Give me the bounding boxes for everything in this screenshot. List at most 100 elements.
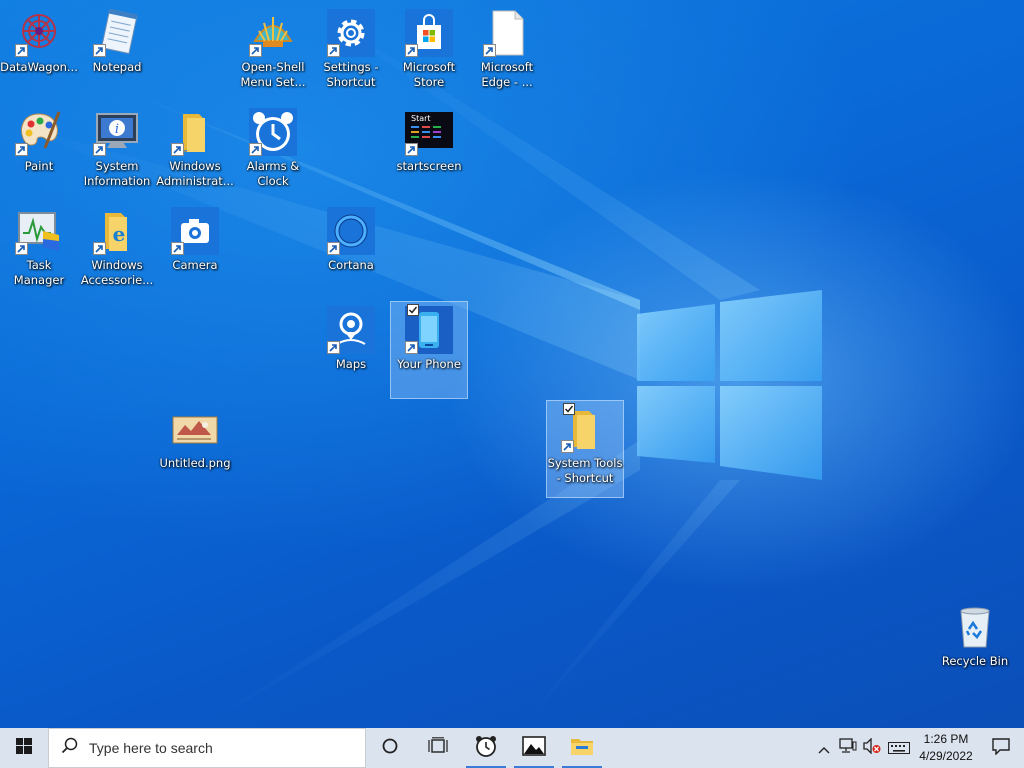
shortcut-arrow-icon <box>483 44 496 57</box>
taskbar: Type here to search 1:26 PM 4/29/2022 <box>0 728 1024 768</box>
taskbar-clock[interactable]: 1:26 PM 4/29/2022 <box>914 731 978 765</box>
taskbar-alarms-clock[interactable] <box>462 728 510 768</box>
volume-button[interactable] <box>860 728 884 768</box>
desktop-icon-system-information[interactable]: i System Information <box>78 103 156 201</box>
search-icon <box>61 737 79 759</box>
startscreen-icon: Start <box>405 108 453 156</box>
photos-icon <box>522 736 546 760</box>
shortcut-arrow-icon <box>561 440 574 453</box>
gear-icon <box>327 9 375 57</box>
desktop-icon-windows-admin-tools[interactable]: Windows Administrat... <box>156 103 234 201</box>
icon-label: Camera <box>172 258 218 272</box>
phone-icon <box>405 304 453 354</box>
taskbar-photos[interactable] <box>510 728 558 768</box>
shortcut-arrow-icon <box>327 44 340 57</box>
shortcut-arrow-icon <box>171 242 184 255</box>
shortcut-arrow-icon <box>93 143 106 156</box>
selection-checkbox[interactable] <box>563 403 575 415</box>
shortcut-arrow-icon <box>327 242 340 255</box>
startscreen-caption: Start <box>411 114 431 123</box>
cortana-circle-icon <box>381 737 399 759</box>
desktop: DataWagon... Notepad Open-Shell Menu Set… <box>0 0 1024 728</box>
desktop-icon-system-tools[interactable]: System Tools - Shortcut <box>546 400 624 498</box>
network-icon <box>839 738 857 758</box>
search-placeholder: Type here to search <box>89 740 213 756</box>
touch-keyboard-button[interactable] <box>884 728 914 768</box>
action-center-button[interactable] <box>978 728 1024 768</box>
taskbar-file-explorer[interactable] <box>558 728 606 768</box>
task-manager-icon <box>15 207 63 255</box>
cortana-ring-icon <box>327 207 375 255</box>
desktop-icon-paint[interactable]: Paint <box>0 103 78 201</box>
desktop-icon-windows-accessories[interactable]: e Windows Accessorie... <box>78 202 156 300</box>
desktop-icon-untitled-png[interactable]: Untitled.png <box>156 400 234 498</box>
desktop-icon-edge[interactable]: Microsoft Edge - ... <box>468 4 546 102</box>
network-button[interactable] <box>836 728 860 768</box>
desktop-icon-camera[interactable]: Camera <box>156 202 234 300</box>
folder-icon <box>171 108 219 156</box>
blank-file-icon <box>483 9 531 57</box>
icon-label: System Information <box>83 159 151 188</box>
desktop-icon-datawagon[interactable]: DataWagon... <box>0 4 78 102</box>
cortana-button[interactable] <box>366 728 414 768</box>
icon-label: Microsoft Store <box>402 60 456 89</box>
desktop-icon-startscreen[interactable]: Start startscreen <box>390 103 468 201</box>
icon-label: Untitled.png <box>159 456 231 470</box>
start-button[interactable] <box>0 728 48 768</box>
store-bag-icon <box>405 9 453 57</box>
shortcut-arrow-icon <box>171 143 184 156</box>
desktop-icon-notepad[interactable]: Notepad <box>78 4 156 102</box>
shortcut-arrow-icon <box>15 143 28 156</box>
notepad-icon <box>93 9 141 57</box>
desktop-icon-alarms-clock[interactable]: Alarms & Clock <box>234 103 312 201</box>
icon-label: Alarms & Clock <box>246 159 300 188</box>
shortcut-arrow-icon <box>249 44 262 57</box>
show-hidden-icons-button[interactable] <box>812 728 836 768</box>
task-view-icon <box>428 737 448 759</box>
desktop-icon-maps[interactable]: Maps <box>312 301 390 399</box>
folder-icon <box>561 403 609 453</box>
windows-logo-icon <box>16 738 32 758</box>
desktop-icon-settings[interactable]: Settings - Shortcut <box>312 4 390 102</box>
monitor-info-icon: i <box>93 108 141 156</box>
desktop-icon-recycle-bin[interactable]: Recycle Bin <box>936 598 1014 696</box>
svg-text:i: i <box>115 122 119 137</box>
icon-label: Notepad <box>92 60 142 74</box>
icon-label: Windows Administrat... <box>156 159 234 188</box>
icon-label: Microsoft Edge - ... <box>480 60 534 89</box>
image-thumbnail-icon <box>171 405 219 453</box>
selection-checkbox[interactable] <box>407 304 419 316</box>
datawagon-icon <box>15 9 63 57</box>
shortcut-arrow-icon <box>405 341 418 354</box>
camera-icon <box>171 207 219 255</box>
alarm-clock-icon <box>474 734 498 762</box>
desktop-icon-your-phone[interactable]: Your Phone <box>390 301 468 399</box>
alarm-clock-icon <box>249 108 297 156</box>
icon-label: System Tools - Shortcut <box>547 456 623 485</box>
clock-time: 1:26 PM <box>923 732 969 746</box>
keyboard-icon <box>888 739 910 758</box>
task-view-button[interactable] <box>414 728 462 768</box>
icon-label: Your Phone <box>397 357 461 371</box>
shortcut-arrow-icon <box>405 143 418 156</box>
desktop-icon-store[interactable]: Microsoft Store <box>390 4 468 102</box>
desktop-icon-open-shell[interactable]: Open-Shell Menu Set... <box>234 4 312 102</box>
shortcut-arrow-icon <box>327 341 340 354</box>
search-box[interactable]: Type here to search <box>48 728 366 768</box>
clock-date: 4/29/2022 <box>919 749 973 763</box>
desktop-icon-cortana[interactable]: Cortana <box>312 202 390 300</box>
icon-label: Settings - Shortcut <box>323 60 379 89</box>
system-tray: 1:26 PM 4/29/2022 <box>812 728 1024 768</box>
volume-muted-icon <box>863 737 881 758</box>
icon-label: startscreen <box>396 159 462 173</box>
icon-label: Paint <box>24 159 54 173</box>
icon-label: Maps <box>335 357 367 371</box>
svg-text:e: e <box>113 222 126 246</box>
chevron-up-icon <box>818 739 830 758</box>
shortcut-arrow-icon <box>15 44 28 57</box>
desktop-icon-task-manager[interactable]: Task Manager <box>0 202 78 300</box>
shortcut-arrow-icon <box>93 44 106 57</box>
accessories-folder-icon: e <box>93 207 141 255</box>
shortcut-arrow-icon <box>249 143 262 156</box>
shortcut-arrow-icon <box>93 242 106 255</box>
